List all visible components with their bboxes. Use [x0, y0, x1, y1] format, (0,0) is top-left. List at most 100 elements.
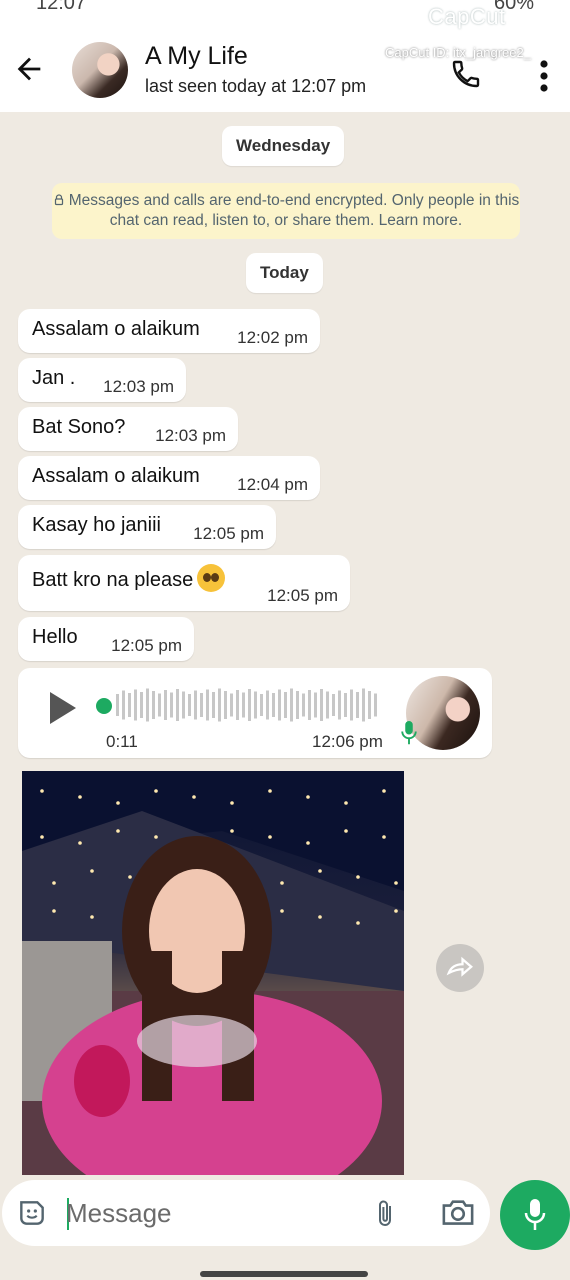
message-text-content: Batt kro na please — [32, 569, 194, 591]
voice-duration: 0:11 — [106, 732, 138, 751]
voice-record-button[interactable] — [500, 1180, 570, 1250]
pleading-face-emoji — [197, 564, 226, 592]
contact-name[interactable]: A My Life — [145, 42, 248, 71]
string-light — [154, 789, 158, 793]
forward-icon — [446, 956, 473, 977]
mic-icon — [524, 1199, 546, 1230]
waveform-bar — [314, 692, 317, 718]
string-light — [318, 869, 322, 873]
waveform-bar — [206, 689, 209, 721]
message-bubble[interactable]: Jan . 12:03 pm — [18, 358, 186, 402]
string-light — [382, 835, 386, 839]
string-light — [344, 801, 348, 805]
string-light — [394, 909, 398, 913]
waveform-bar — [122, 690, 125, 720]
encryption-notice[interactable]: Messages and calls are end-to-end encryp… — [52, 183, 520, 239]
home-indicator[interactable] — [200, 1271, 368, 1277]
waveform-bar — [260, 694, 263, 716]
string-light — [128, 875, 132, 879]
waveform-bar — [230, 693, 233, 717]
string-light — [52, 909, 56, 913]
waveform-bar — [326, 691, 329, 719]
waveform-bar — [356, 692, 359, 718]
message-bubble[interactable]: Hello 12:05 pm — [18, 617, 194, 661]
string-light — [382, 789, 386, 793]
string-light — [116, 801, 120, 805]
waveform-bar — [254, 691, 257, 719]
string-light — [280, 909, 284, 913]
waveform-bar — [308, 690, 311, 720]
waveform-bar — [350, 689, 353, 721]
string-light — [306, 795, 310, 799]
message-time: 12:02 pm — [237, 328, 308, 347]
date-chip-today: Today — [246, 253, 323, 293]
string-light — [356, 921, 360, 925]
message-time: 12:03 pm — [103, 377, 174, 396]
message-time: 12:04 pm — [237, 475, 308, 494]
waveform-bar — [158, 693, 161, 717]
waveform-bar — [200, 693, 203, 717]
voice-waveform[interactable] — [116, 688, 380, 722]
capcut-id-watermark: CapCut ID: itx_jangree2_ — [385, 45, 531, 60]
waveform-bar — [320, 689, 323, 721]
waveform-bar — [212, 692, 215, 718]
waveform-bar — [368, 691, 371, 719]
waveform-bar — [170, 692, 173, 718]
message-text: Jan . — [32, 367, 76, 389]
camera-icon[interactable] — [440, 1196, 476, 1228]
string-light — [192, 795, 196, 799]
message-bubble[interactable]: Bat Sono? 12:03 pm — [18, 407, 238, 451]
string-light — [356, 875, 360, 879]
waveform-bar — [146, 688, 149, 722]
waveform-bar — [242, 692, 245, 718]
message-input[interactable] — [66, 1192, 346, 1234]
sticker-icon[interactable] — [16, 1197, 48, 1229]
message-text: Batt kro na please — [32, 564, 226, 592]
more-vert-icon[interactable] — [536, 58, 552, 94]
voice-time: 12:06 pm — [312, 732, 383, 751]
message-text: Kasay ho janiii — [32, 514, 161, 536]
back-arrow-icon[interactable] — [12, 52, 46, 86]
image-message[interactable] — [22, 771, 404, 1175]
photo-content — [22, 771, 404, 1175]
message-text: Hello — [32, 626, 78, 648]
message-bubble[interactable]: Kasay ho janiii 12:05 pm — [18, 505, 276, 549]
capcut-watermark: CapCut — [428, 4, 506, 29]
waveform-bar — [302, 693, 305, 717]
waveform-bar — [218, 688, 221, 722]
waveform-bar — [338, 690, 341, 720]
voice-message-bubble[interactable]: 0:11 12:06 pm — [18, 668, 492, 758]
play-icon[interactable] — [50, 692, 76, 724]
message-bubble[interactable]: Assalam o alaikum 12:02 pm — [18, 309, 320, 353]
string-light — [52, 881, 56, 885]
string-light — [40, 789, 44, 793]
mic-icon — [401, 721, 417, 745]
phone-icon[interactable] — [450, 58, 482, 90]
waveform-bar — [194, 690, 197, 720]
message-text: Assalam o alaikum — [32, 318, 200, 340]
string-light — [230, 829, 234, 833]
string-light — [78, 841, 82, 845]
waveform-bar — [116, 694, 119, 716]
waveform-bar — [332, 694, 335, 716]
message-bubble[interactable]: Batt kro na please 12:05 pm — [18, 555, 350, 611]
paperclip-icon[interactable] — [372, 1198, 398, 1230]
encryption-notice-text: Messages and calls are end-to-end encryp… — [68, 192, 520, 229]
string-light — [280, 881, 284, 885]
message-time: 12:05 pm — [193, 524, 264, 543]
message-bubble[interactable]: Assalam o alaikum 12:04 pm — [18, 456, 320, 500]
string-light — [230, 801, 234, 805]
string-light — [268, 835, 272, 839]
voice-progress-handle[interactable] — [96, 698, 112, 714]
string-light — [40, 835, 44, 839]
waveform-bar — [188, 694, 191, 716]
contact-avatar[interactable] — [72, 42, 128, 98]
forward-button[interactable] — [436, 944, 484, 992]
waveform-bar — [152, 691, 155, 719]
waveform-bar — [362, 688, 365, 722]
string-light — [116, 829, 120, 833]
waveform-bar — [266, 690, 269, 720]
string-light — [90, 869, 94, 873]
waveform-bar — [128, 693, 131, 717]
waveform-bar — [182, 691, 185, 719]
